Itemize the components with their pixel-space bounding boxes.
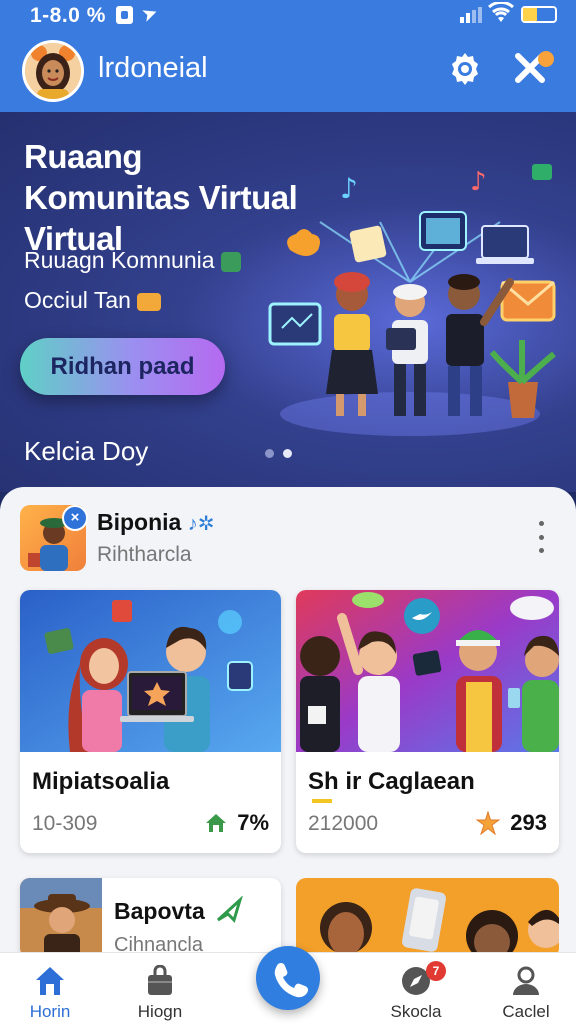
nav-shop[interactable]: Hiogn xyxy=(110,953,210,1024)
home-icon xyxy=(206,814,227,832)
notification-badge: 7 xyxy=(426,961,446,981)
nav-explore[interactable]: Skocla xyxy=(366,953,466,1024)
card-image xyxy=(20,590,281,752)
feed-name: Biponia ♪✲ xyxy=(97,509,215,536)
svg-text:♪: ♪ xyxy=(470,167,487,197)
battery-icon xyxy=(521,6,557,23)
bag-icon xyxy=(148,965,172,995)
ticket-icon xyxy=(137,292,162,311)
card-image xyxy=(296,590,559,752)
app-title: lrdoneial xyxy=(98,52,208,84)
avatar[interactable] xyxy=(22,40,84,102)
nav-profile-label: Caclel xyxy=(502,1002,550,1021)
community-card[interactable] xyxy=(296,878,559,958)
hero-banner[interactable]: Ruaang Komunitas Virtual Virtual Ruuagn … xyxy=(0,112,576,492)
nav-explore-label: Skocla xyxy=(390,1002,442,1021)
nav-home-label: Horin xyxy=(29,1002,71,1021)
call-button[interactable] xyxy=(256,946,320,1010)
card-member-count: 10-309 xyxy=(32,812,98,835)
feed-header[interactable]: × Biponia ♪✲ Rihtharcla xyxy=(20,505,558,575)
community-illustration: ♪ ♪ xyxy=(268,164,556,436)
nav-profile[interactable]: Caclel xyxy=(476,953,576,1024)
card-image xyxy=(20,878,102,958)
close-button[interactable] xyxy=(512,48,554,90)
card-score-value: 293 xyxy=(510,810,547,835)
community-card[interactable]: Sh ir Caglaean 212000 293 xyxy=(296,590,559,853)
music-icon: ♪ xyxy=(187,513,198,535)
star-icon xyxy=(476,811,501,835)
svg-text:♪: ♪ xyxy=(340,172,358,205)
wifi-icon xyxy=(488,0,514,30)
title-underline xyxy=(312,799,332,803)
more-options-button[interactable] xyxy=(534,521,548,553)
profile-icon xyxy=(513,966,539,995)
card-title: Sh ir Caglaean xyxy=(308,768,475,795)
location-icon: ➤ xyxy=(138,1,162,28)
card-growth: 7% xyxy=(205,810,269,836)
nav-shop-label: Hiogn xyxy=(137,1002,183,1021)
community-card[interactable]: Bapovta Cihnancla xyxy=(20,878,281,958)
notification-icon xyxy=(116,6,133,24)
contact-icon xyxy=(220,251,241,272)
settings-button[interactable] xyxy=(444,48,486,90)
card-title: Mipiatsoalia xyxy=(32,768,170,795)
feed-subtitle: Rihtharcla xyxy=(97,543,192,566)
card-image xyxy=(296,878,559,958)
app-header: 1-8.0 % ➤ lrdoneial xyxy=(0,0,576,112)
close-icon[interactable]: × xyxy=(62,505,88,531)
phone-icon xyxy=(274,962,309,998)
gear-search-icon xyxy=(452,53,478,85)
status-bar: 1-8.0 % ➤ xyxy=(0,0,576,30)
status-time: 1-8.0 % xyxy=(30,4,106,27)
signal-icon xyxy=(460,7,482,23)
home-icon xyxy=(36,967,64,995)
hero-subtitle-line1: Ruuagn Komnunia xyxy=(24,247,215,273)
community-card[interactable]: Mipiatsoalia 10-309 7% xyxy=(20,590,281,853)
card-member-count: 212000 xyxy=(308,812,379,835)
feed-name-text: Biponia xyxy=(97,509,182,535)
send-icon xyxy=(216,896,243,923)
hero-subtitle: Ruuagn Komnunia Occiul Tan xyxy=(24,240,264,320)
nav-home[interactable]: Horin xyxy=(0,953,100,1024)
card-growth-value: 7% xyxy=(237,810,269,835)
card-title: Bapovta xyxy=(114,898,205,924)
hero-subtitle-line2: Occiul Tan xyxy=(24,287,131,313)
close-icon xyxy=(515,51,554,83)
hero-cta-button[interactable]: Ridhan paad xyxy=(20,338,225,395)
gear-icon: ✲ xyxy=(197,513,215,535)
card-score: 293 xyxy=(476,810,547,836)
hero-caption: Kelcia Doy xyxy=(24,436,149,466)
